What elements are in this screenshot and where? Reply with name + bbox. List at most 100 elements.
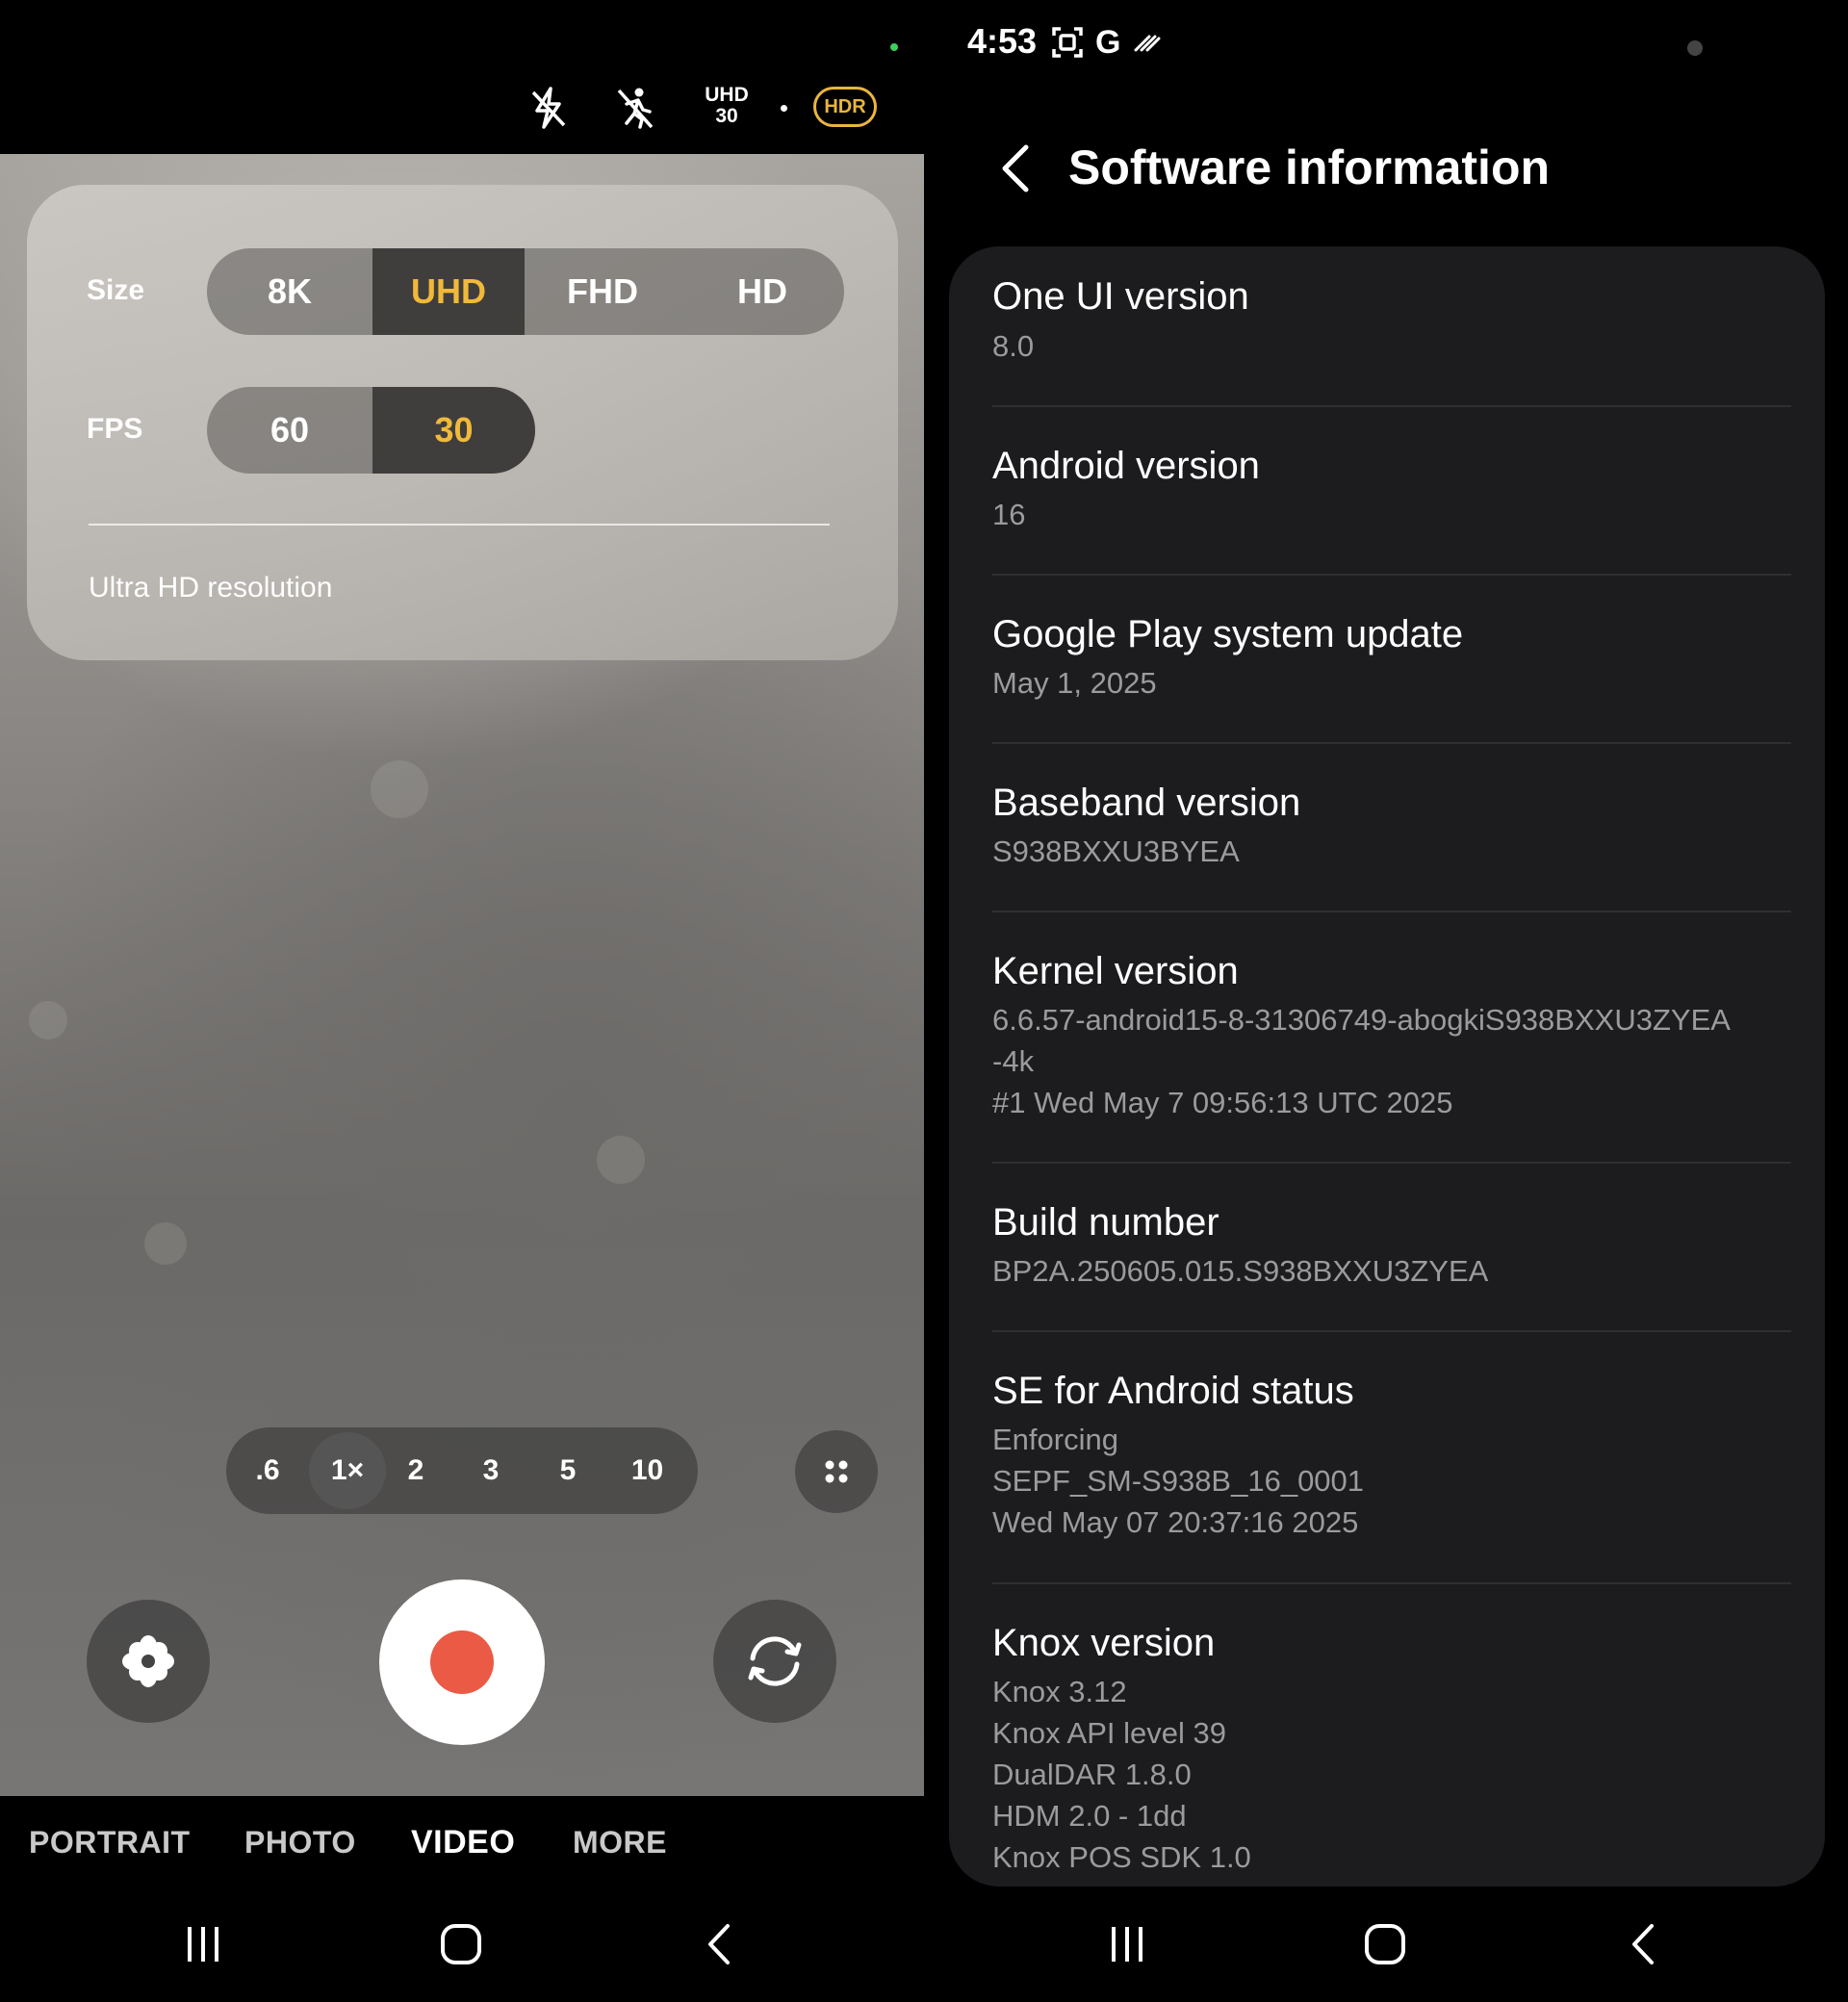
info-value-line: Knox 3.12 [992,1675,1127,1708]
size-selector: 8K UHD FHD HD [207,248,844,335]
info-item-google-play-system-update[interactable]: Google Play system update May 1, 2025 [949,575,1825,742]
info-title: Android version [992,445,1260,487]
info-value-lines: Enforcing SEPF_SM-S938B_16_0001 Wed May … [992,1419,1364,1543]
size-option-fhd[interactable]: FHD [525,248,680,335]
settings-navigation-bar [924,1906,1848,1983]
size-option-uhd[interactable]: UHD [372,248,525,335]
info-item-build-number[interactable]: Build number BP2A.250605.015.S938BXXU3ZY… [949,1163,1825,1330]
viewfinder[interactable]: Size 8K UHD FHD HD FPS 60 30 Ultra HD re… [0,154,924,1796]
signal-off-icon [1134,35,1161,52]
four-dots-icon [825,1460,848,1483]
recent-apps-icon[interactable] [165,1906,242,1983]
page-title: Software information [1068,141,1551,194]
flash-off-icon[interactable] [520,79,578,137]
zoom-option[interactable]: 2 [392,1427,440,1514]
chevron-left-icon [1002,144,1029,192]
hdr-toggle[interactable]: HDR [813,87,877,127]
video-settings-card: Size 8K UHD FHD HD FPS 60 30 Ultra HD re… [27,185,898,660]
camera-top-bar: UHD 30 HDR [520,79,905,141]
mode-photo[interactable]: PHOTO [244,1825,356,1861]
info-value-line: 6.6.57-android15-8-31306749-abogkiS938BX… [992,1003,1731,1037]
info-value: S938BXXU3BYEA [992,834,1240,868]
video-quality-indicator[interactable]: UHD 30 [698,85,756,127]
info-title: Build number [992,1201,1219,1244]
quality-resolution: UHD [705,84,749,106]
back-button[interactable] [991,140,1040,197]
screenshot-icon [1052,27,1083,58]
switch-camera-icon [748,1636,802,1686]
lens-blur-spot [144,1222,187,1265]
info-title: Kernel version [992,950,1239,992]
fps-option-60[interactable]: 60 [207,387,372,474]
lens-blur-spot [597,1136,645,1184]
back-icon[interactable] [1605,1906,1682,1983]
zoom-option-selected[interactable]: 1× [309,1432,386,1509]
switch-camera-button[interactable] [713,1600,836,1723]
info-value-line: Knox POS SDK 1.0 [992,1840,1251,1874]
info-value: BP2A.250605.015.S938BXXU3ZYEA [992,1254,1489,1288]
recent-apps-icon[interactable] [1089,1906,1166,1983]
info-title: Knox version [992,1622,1216,1664]
info-value-lines: 6.6.57-android15-8-31306749-abogkiS938BX… [992,999,1731,1123]
info-title: Baseband version [992,782,1301,824]
fps-label: FPS [87,413,143,445]
size-label: Size [87,274,145,306]
home-icon[interactable] [423,1906,500,1983]
info-value-line: Knox API level 39 [992,1716,1226,1750]
motion-off-icon[interactable] [606,79,664,137]
flower-icon [122,1635,174,1687]
camera-navigation-bar [0,1906,924,1983]
effects-button[interactable] [87,1600,210,1723]
info-item-knox-version[interactable]: Knox version Knox 3.12 Knox API level 39… [949,1583,1825,1886]
zoom-option[interactable]: .6 [244,1427,292,1514]
camera-mode-bar: PORTRAIT PHOTO VIDEO MORE [0,1796,924,1892]
info-value-lines: Knox 3.12 Knox API level 39 DualDAR 1.8.… [992,1671,1251,1878]
info-item-one-ui-version[interactable]: One UI version 8.0 [949,246,1825,406]
software-info-list: One UI version 8.0 Android version 16 Go… [949,246,1825,1886]
lens-blur-spot [29,1001,67,1040]
network-type: G [1095,23,1121,61]
info-value: May 1, 2025 [992,666,1157,700]
mode-portrait[interactable]: PORTRAIT [29,1825,191,1861]
record-button[interactable] [379,1579,545,1745]
info-value-line: HDM 2.0 - 1dd [992,1799,1187,1833]
camera-more-button[interactable] [795,1430,878,1513]
zoom-option[interactable]: 10 [616,1427,679,1514]
info-value-line: DualDAR 1.8.0 [992,1758,1192,1791]
info-value: 8.0 [992,329,1035,363]
info-item-android-version[interactable]: Android version 16 [949,406,1825,574]
camera-app: UHD 30 HDR Size 8K UHD FHD HD FPS 60 30 … [0,0,924,2002]
info-value-line: #1 Wed May 7 09:56:13 UTC 2025 [992,1086,1453,1119]
info-value-line: Wed May 07 20:37:16 2025 [992,1505,1359,1539]
camera-cutout [1687,40,1703,56]
size-option-hd[interactable]: HD [680,248,844,335]
info-value-line: -4k [992,1044,1035,1078]
separator-dot [781,105,787,112]
lens-blur-spot [371,760,428,818]
info-item-baseband-version[interactable]: Baseband version S938BXXU3BYEA [949,743,1825,911]
quality-fps: 30 [715,105,738,127]
info-value-line: SEPF_SM-S938B_16_0001 [992,1464,1365,1498]
privacy-indicator-dot [890,43,898,51]
fps-option-30[interactable]: 30 [372,387,535,474]
settings-app: 4:53 G Software information One UI versi… [924,0,1848,2002]
info-title: One UI version [992,275,1249,318]
record-icon [430,1630,494,1694]
mode-more[interactable]: MORE [573,1825,667,1861]
info-item-se-for-android-status[interactable]: SE for Android status Enforcing SEPF_SM-… [949,1331,1825,1582]
info-title: Google Play system update [992,613,1464,655]
card-divider [89,524,830,526]
zoom-option[interactable]: 3 [467,1427,515,1514]
zoom-option[interactable]: 5 [544,1427,592,1514]
status-time: 4:53 [967,21,1038,61]
size-option-8k[interactable]: 8K [207,248,372,335]
mode-video[interactable]: VIDEO [411,1824,515,1861]
info-value: 16 [992,498,1026,531]
info-value-line: Enforcing [992,1423,1118,1456]
home-icon[interactable] [1347,1906,1424,1983]
zoom-selector: .6 1× 2 3 5 10 [226,1427,698,1514]
fps-selector: 60 30 [207,387,535,474]
back-icon[interactable] [681,1906,758,1983]
status-icons: G [1051,23,1161,62]
info-item-kernel-version[interactable]: Kernel version 6.6.57-android15-8-313067… [949,911,1825,1162]
